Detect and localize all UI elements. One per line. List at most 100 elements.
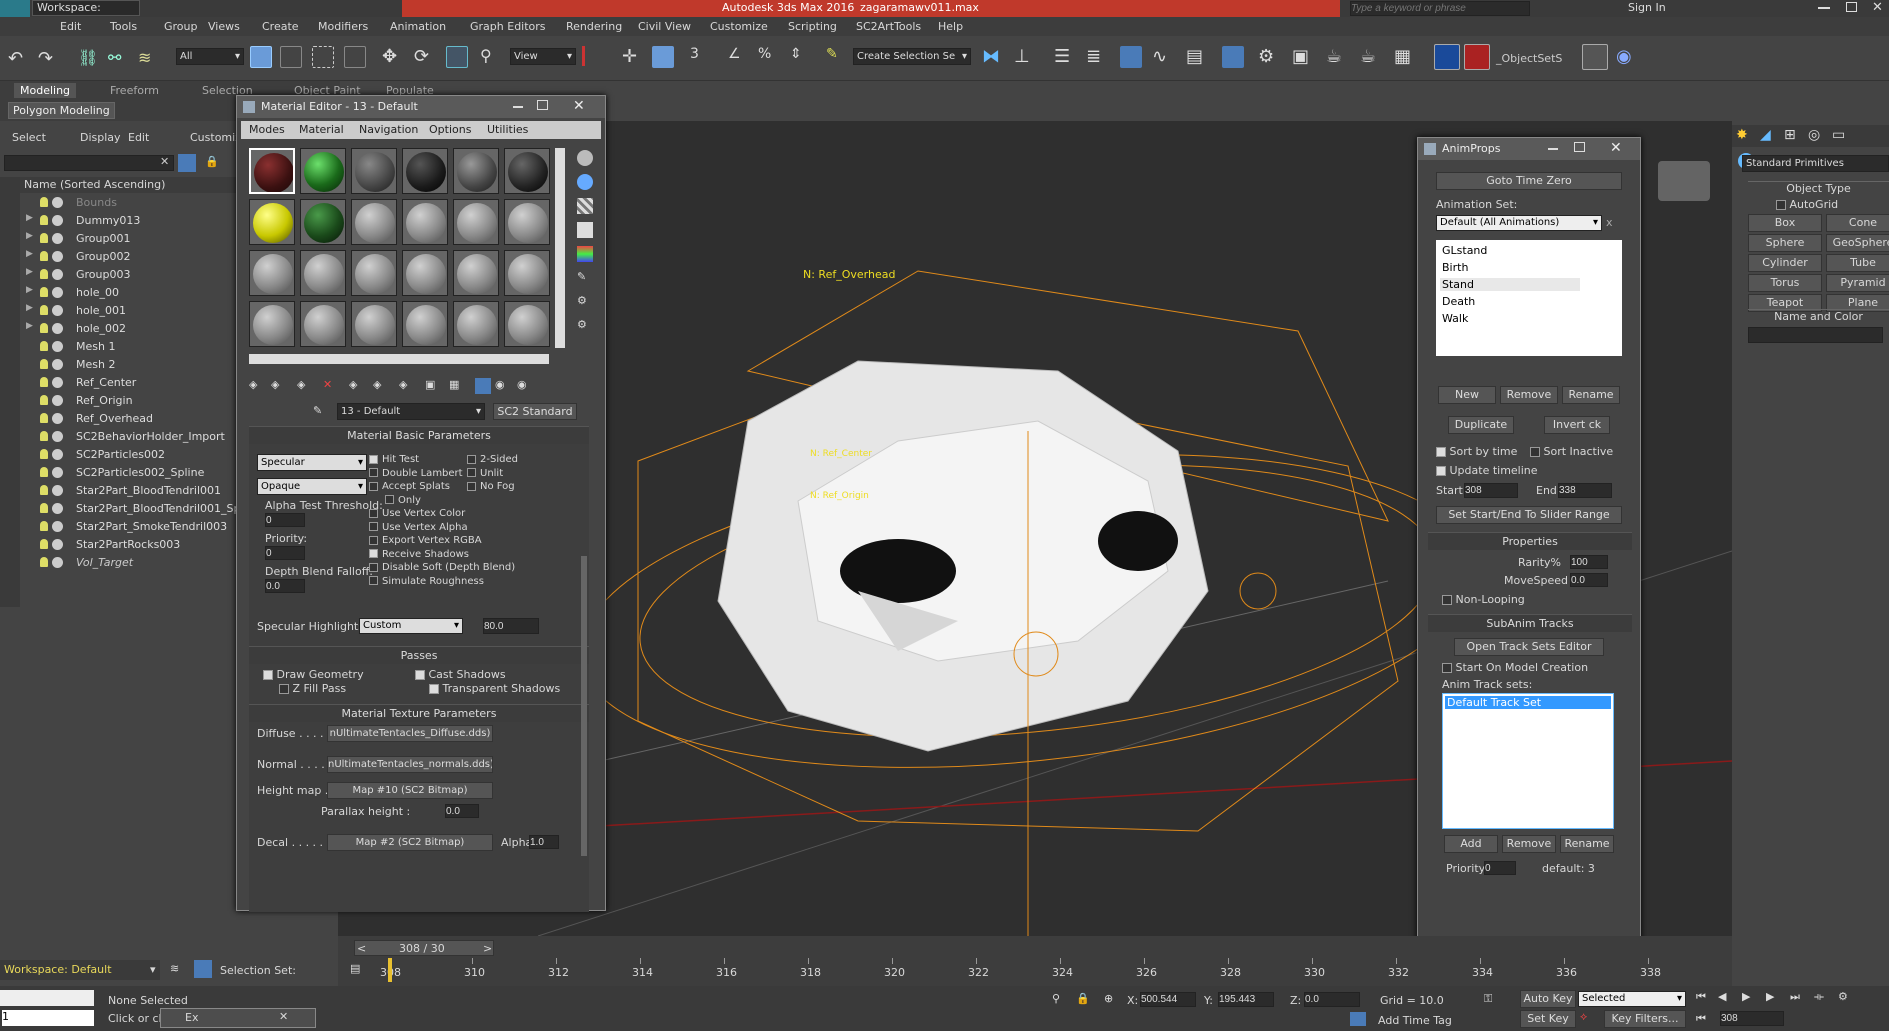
- transparent-shadows-check[interactable]: [429, 684, 439, 694]
- material-slot[interactable]: [453, 301, 499, 347]
- track-bar-icon[interactable]: ▤: [350, 962, 360, 975]
- selection-filter-dropdown[interactable]: All ▾: [176, 48, 244, 65]
- height-map-button[interactable]: Map #10 (SC2 Bitmap): [327, 782, 493, 799]
- bulb-icon[interactable]: [40, 413, 48, 423]
- tree-row[interactable]: ▶ Group001: [20, 231, 240, 247]
- create-cylinder-button[interactable]: Cylinder: [1748, 254, 1822, 272]
- prev-frame-icon[interactable]: <: [357, 942, 366, 955]
- help-search-input[interactable]: [1350, 1, 1530, 16]
- material-slot[interactable]: [249, 250, 295, 296]
- y-coord-input[interactable]: [1218, 992, 1274, 1007]
- window-crossing-icon[interactable]: [344, 46, 366, 68]
- maximize-icon[interactable]: [1574, 142, 1585, 152]
- named-selection-dropdown[interactable]: Create Selection Se ▾: [853, 48, 971, 65]
- material-slot[interactable]: [402, 301, 448, 347]
- tree-row[interactable]: Ref_Overhead: [20, 411, 240, 427]
- show-end-result-icon[interactable]: [475, 378, 491, 394]
- remove-anim-button[interactable]: Remove: [1500, 386, 1558, 404]
- material-slot[interactable]: [402, 148, 448, 194]
- material-slot[interactable]: [402, 250, 448, 296]
- motion-tab-icon[interactable]: ◎: [1808, 127, 1820, 143]
- blend-dropdown[interactable]: Opaque ▾: [257, 478, 367, 495]
- place-icon[interactable]: ⚲: [480, 46, 492, 65]
- cast-shadows-check[interactable]: [415, 670, 425, 680]
- key-mode-toggle-icon[interactable]: ⟛: [1814, 990, 1824, 1004]
- expand-arrow-icon[interactable]: ▶: [26, 267, 33, 277]
- select-object-icon[interactable]: [250, 46, 272, 68]
- bulb-icon[interactable]: [40, 233, 48, 243]
- hierarchy-tab-icon[interactable]: ⊞: [1784, 127, 1796, 143]
- material-slot[interactable]: [504, 199, 550, 245]
- sort-by-time-checkbox[interactable]: Sort by time: [1436, 445, 1517, 458]
- video-color-check-icon[interactable]: [577, 246, 593, 262]
- track-priority-input[interactable]: [1484, 861, 1516, 875]
- bulb-icon[interactable]: [40, 323, 48, 333]
- material-slot[interactable]: [249, 148, 295, 194]
- create-sphere-button[interactable]: Sphere: [1748, 234, 1822, 252]
- create-cone-button[interactable]: Cone: [1826, 214, 1889, 232]
- draw-geometry-check[interactable]: [263, 670, 273, 680]
- tree-row[interactable]: Ref_Center: [20, 375, 240, 391]
- sign-in-link[interactable]: Sign In: [1628, 1, 1666, 14]
- material-flag-checkbox[interactable]: Simulate Roughness: [369, 576, 484, 587]
- menu-item-views[interactable]: Views: [208, 20, 240, 33]
- background-icon[interactable]: [577, 198, 593, 214]
- add-track-button[interactable]: Add: [1444, 835, 1498, 853]
- pick-material-icon[interactable]: ✎: [313, 404, 322, 417]
- bulb-icon[interactable]: [40, 377, 48, 387]
- backlight-icon[interactable]: [577, 174, 593, 190]
- material-flag-checkbox[interactable]: Unlit: [467, 468, 503, 479]
- scene-explorer-menu-display[interactable]: Display: [80, 131, 121, 144]
- tree-row[interactable]: Bounds: [20, 195, 240, 211]
- key-mode-dropdown[interactable]: Selected ▾: [1578, 991, 1686, 1007]
- shader-dropdown[interactable]: Specular ▾: [257, 454, 367, 471]
- bulb-icon[interactable]: [40, 395, 48, 405]
- undo-icon[interactable]: ↶: [8, 48, 23, 69]
- pivot-icon[interactable]: [582, 46, 600, 66]
- object-type-header[interactable]: Object Type: [1748, 181, 1889, 195]
- material-flag-check[interactable]: [369, 454, 378, 464]
- depth-blend-input[interactable]: [265, 579, 305, 593]
- sample-type-icon[interactable]: [577, 150, 593, 166]
- put-to-scene-icon[interactable]: ◈: [271, 378, 279, 391]
- spinner-snap-icon[interactable]: ⇕: [790, 46, 802, 62]
- tree-row[interactable]: SC2BehaviorHolder_Import: [20, 429, 240, 445]
- clear-filter-icon[interactable]: ✕: [160, 155, 169, 168]
- workspace-status[interactable]: Workspace: Default ▾: [0, 960, 160, 980]
- material-editor-icon[interactable]: [1222, 46, 1244, 68]
- display-tab-icon[interactable]: ▭: [1832, 127, 1845, 143]
- sc2-object-sets-icon[interactable]: [1464, 44, 1490, 70]
- percent-snap-icon[interactable]: %: [758, 46, 771, 62]
- ribbon-tab-freeform[interactable]: Freeform: [104, 83, 165, 98]
- material-flag-check[interactable]: [369, 468, 378, 477]
- bulb-icon[interactable]: [40, 557, 48, 567]
- key-mode-icon[interactable]: ⏮: [1696, 1012, 1706, 1026]
- diffuse-map-button[interactable]: nUltimateTentacles_Diffuse.dds): [327, 725, 493, 742]
- non-looping-check[interactable]: [1442, 595, 1452, 605]
- material-slot[interactable]: [249, 301, 295, 347]
- z-fill-checkbox[interactable]: Z Fill Pass: [279, 682, 346, 695]
- menu-item-animation[interactable]: Animation: [390, 20, 446, 33]
- rarity-input[interactable]: [1570, 555, 1608, 569]
- rect-selection-icon[interactable]: [312, 46, 334, 68]
- material-flag-checkbox[interactable]: No Fog: [467, 481, 515, 492]
- render-setup-icon[interactable]: ⚙: [1258, 46, 1274, 67]
- put-library-icon[interactable]: ◈: [399, 378, 407, 391]
- material-slot[interactable]: [504, 250, 550, 296]
- current-frame-input[interactable]: [1720, 1011, 1784, 1026]
- subanim-header[interactable]: SubAnim Tracks: [1428, 614, 1632, 632]
- normal-map-button[interactable]: nUltimateTentacles_normals.dds): [327, 756, 493, 773]
- selection-lock-icon[interactable]: [194, 960, 212, 978]
- basic-params-header[interactable]: Material Basic Parameters: [249, 426, 589, 444]
- material-slot[interactable]: [351, 250, 397, 296]
- sort-by-time-check[interactable]: [1436, 447, 1446, 457]
- tree-row[interactable]: ▶ hole_00: [20, 285, 240, 301]
- schematic-view-icon[interactable]: ▤: [1186, 46, 1203, 67]
- scale-icon[interactable]: [446, 46, 468, 68]
- material-menu-utilities[interactable]: Utilities: [487, 123, 528, 136]
- close-icon[interactable]: ✕: [1610, 140, 1622, 156]
- tree-row[interactable]: ▶ hole_001: [20, 303, 240, 319]
- snaps-toggle-icon[interactable]: 3: [690, 46, 699, 62]
- restore-icon[interactable]: [1846, 2, 1857, 12]
- menu-item-modifiers[interactable]: Modifiers: [318, 20, 368, 33]
